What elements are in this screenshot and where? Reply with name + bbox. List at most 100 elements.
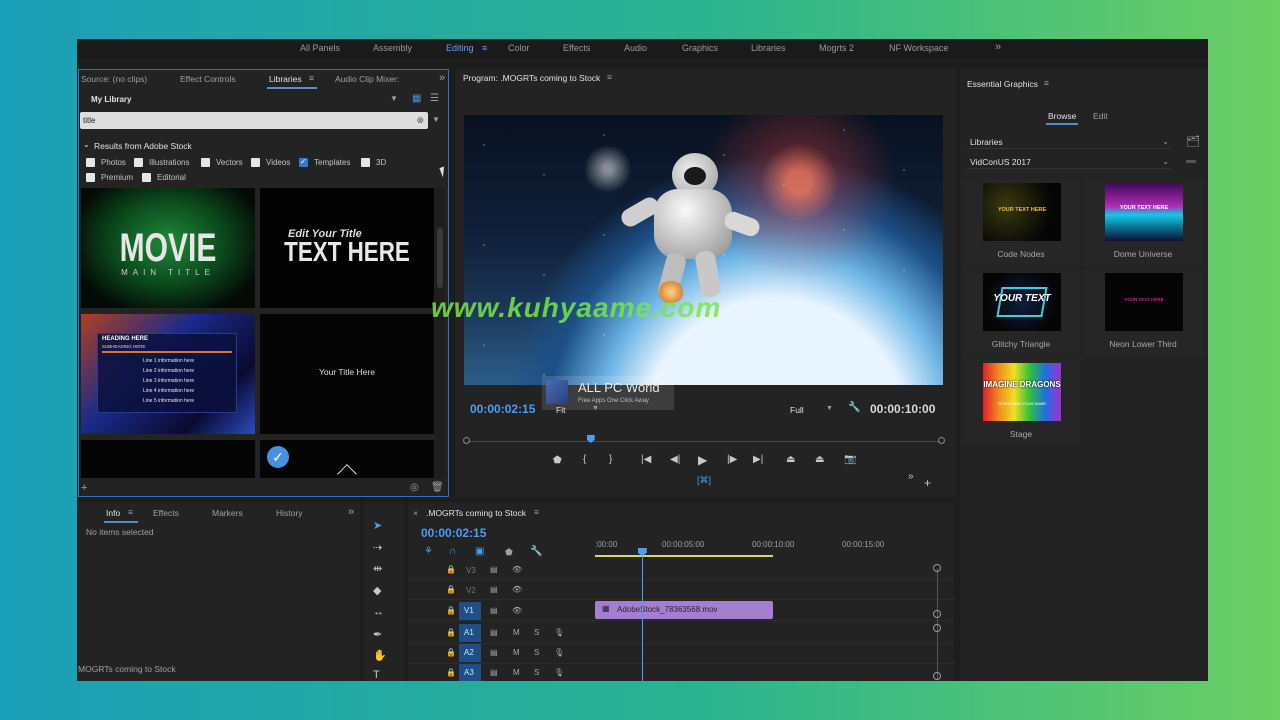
lock-icon[interactable]: 🔒 (446, 628, 456, 637)
ripple-edit-tool-icon[interactable]: ⇹ (373, 562, 382, 575)
track-label-v1[interactable]: V1 (459, 602, 481, 620)
filter-templates-checkbox[interactable] (299, 157, 308, 167)
vr-toggle-icon[interactable]: [⌘] (697, 475, 711, 486)
fit-select[interactable]: Fit (556, 405, 565, 415)
stock-tile-partial-selected[interactable]: ✓ (260, 440, 434, 478)
lock-icon[interactable]: 🔒 (446, 585, 456, 594)
selection-tool-icon[interactable]: ➤ (373, 519, 382, 532)
workspace-libraries[interactable]: Libraries (751, 43, 786, 53)
tab-libraries[interactable]: Libraries (269, 74, 302, 84)
program-scrubber[interactable] (463, 435, 945, 444)
mark-out-icon[interactable]: } (609, 454, 612, 465)
chevron-double-right-icon[interactable]: » (908, 471, 914, 482)
chevron-down-icon[interactable]: ▼ (592, 405, 599, 412)
mogrt-item-stage[interactable]: IMAGINE DRAGONS FEATURING YOUR NAME Stag… (962, 359, 1080, 445)
extract-icon[interactable]: ⏏ (815, 454, 824, 465)
trash-icon[interactable]: 🗑 (431, 482, 444, 493)
microphone-icon[interactable]: 🎙 (554, 648, 564, 657)
track-label-a2[interactable]: A2 (459, 644, 481, 662)
type-tool-icon[interactable]: T (373, 669, 380, 681)
scroll-handle[interactable] (933, 672, 941, 680)
folder-icon[interactable]: ▬ (1186, 155, 1196, 166)
solo-icon[interactable]: S (534, 668, 539, 677)
sync-lock-icon[interactable]: ▤ (490, 648, 498, 657)
grid-view-icon[interactable]: ▦ (412, 93, 421, 104)
tab-source[interactable]: Source: (no clips) (81, 74, 147, 84)
lock-icon[interactable]: 🔒 (446, 648, 456, 657)
stock-tile-your-title[interactable]: Your Title Here (260, 314, 434, 434)
mute-icon[interactable]: M (513, 628, 520, 637)
eye-icon[interactable]: 👁 (512, 606, 522, 615)
scrub-start-handle[interactable] (463, 437, 470, 444)
mogrt-item-code-nodes[interactable]: YOUR TEXT HERE Code Nodes (962, 179, 1080, 265)
stock-tile-movie-title[interactable]: MOVIE MAIN TITLE (81, 188, 255, 308)
program-current-timecode[interactable]: 00:00:02:15 (470, 402, 535, 416)
filter-photos-checkbox[interactable] (86, 158, 95, 167)
tab-edit[interactable]: Edit (1093, 111, 1108, 121)
panel-menu-icon[interactable]: ≡ (607, 72, 612, 82)
workspace-all-panels[interactable]: All Panels (300, 43, 340, 53)
vidcon-dropdown[interactable]: VidConUS 2017 ⌄ (967, 155, 1171, 169)
razor-tool-icon[interactable]: ◆ (373, 584, 381, 597)
microphone-icon[interactable]: 🎙 (554, 628, 564, 637)
search-input[interactable] (80, 112, 400, 129)
clear-search-icon[interactable]: ⊗ (416, 115, 424, 126)
search-options-icon[interactable]: ▼ (432, 115, 440, 124)
sync-lock-icon[interactable]: ▤ (490, 668, 498, 677)
chevron-double-right-icon[interactable]: » (348, 506, 354, 518)
panel-menu-icon[interactable]: ≡ (128, 507, 133, 517)
tab-browse[interactable]: Browse (1048, 111, 1076, 121)
lock-icon[interactable]: 🔒 (446, 668, 456, 677)
track-label-v2[interactable]: V2 (466, 586, 476, 595)
program-playhead[interactable] (586, 435, 595, 443)
chevron-double-right-icon[interactable]: » (995, 41, 1001, 53)
mogrt-item-neon-lower-third[interactable]: YOUR TEXT HERE Neon Lower Third (1084, 269, 1202, 355)
timeline-timecode[interactable]: 00:00:02:15 (421, 526, 486, 540)
nest-icon[interactable]: ⚘ (424, 546, 433, 557)
lift-icon[interactable]: ⏏ (786, 454, 795, 465)
workspace-menu-icon[interactable]: ≡ (482, 43, 487, 53)
tab-info[interactable]: Info (106, 508, 120, 518)
snap-icon[interactable]: ∩ (449, 546, 456, 557)
workspace-mogrts-2[interactable]: Mogrts 2 (819, 43, 854, 53)
hand-tool-icon[interactable]: ✋ (373, 649, 387, 662)
track-label-a3[interactable]: A3 (459, 664, 481, 681)
stock-tile-edit-title[interactable]: Edit Your Title TEXT HERE (260, 188, 434, 308)
sync-lock-icon[interactable]: ▤ (490, 606, 498, 615)
export-frame-icon[interactable]: 📷 (844, 454, 856, 465)
workspace-editing[interactable]: Editing (446, 43, 474, 53)
add-marker-icon[interactable]: ⬟ (505, 547, 513, 558)
mogrt-item-dome-universe[interactable]: YOUR TEXT HERE Dome Universe (1084, 179, 1202, 265)
play-icon[interactable]: ▶ (698, 453, 707, 467)
stock-tile-heading-list[interactable]: HEADING HERE SUBHEADING HERE Line 1 info… (81, 314, 255, 434)
eye-icon[interactable]: 👁 (512, 565, 522, 574)
workspace-effects[interactable]: Effects (563, 43, 590, 53)
track-label-v3[interactable]: V3 (466, 566, 476, 575)
chevron-double-right-icon[interactable]: » (439, 72, 445, 84)
slip-tool-icon[interactable]: ↔ (373, 606, 384, 618)
library-scrollbar[interactable] (435, 188, 445, 478)
cloud-sync-icon[interactable]: ◎ (410, 482, 419, 493)
library-select[interactable]: My Library (91, 95, 131, 104)
step-back-icon[interactable]: ◀| (670, 454, 680, 465)
pen-tool-icon[interactable]: ✒ (373, 628, 382, 641)
add-marker-icon[interactable]: ⬟ (553, 455, 562, 466)
mark-in-icon[interactable]: { (583, 454, 586, 465)
filter-3d-checkbox[interactable] (361, 158, 370, 167)
filter-editorial-checkbox[interactable] (142, 173, 151, 182)
sync-lock-icon[interactable]: ▤ (490, 565, 498, 574)
panel-menu-icon[interactable]: ≡ (1044, 78, 1049, 88)
chevron-down-icon[interactable]: ▼ (826, 405, 833, 412)
scroll-handle[interactable] (933, 564, 941, 572)
mute-icon[interactable]: M (513, 668, 520, 677)
program-video-frame[interactable] (464, 115, 943, 385)
add-icon[interactable]: + (81, 482, 87, 494)
libraries-dropdown[interactable]: Libraries ⌄ (967, 135, 1171, 149)
close-tab-icon[interactable]: × (413, 508, 418, 518)
collapse-icon[interactable]: ⌄ (83, 140, 90, 149)
scroll-handle[interactable] (933, 624, 941, 632)
panel-menu-icon[interactable]: ≡ (534, 507, 539, 517)
tab-effect-controls[interactable]: Effect Controls (180, 74, 236, 84)
sync-lock-icon[interactable]: ▤ (490, 585, 498, 594)
list-view-icon[interactable]: ☰ (430, 93, 439, 104)
